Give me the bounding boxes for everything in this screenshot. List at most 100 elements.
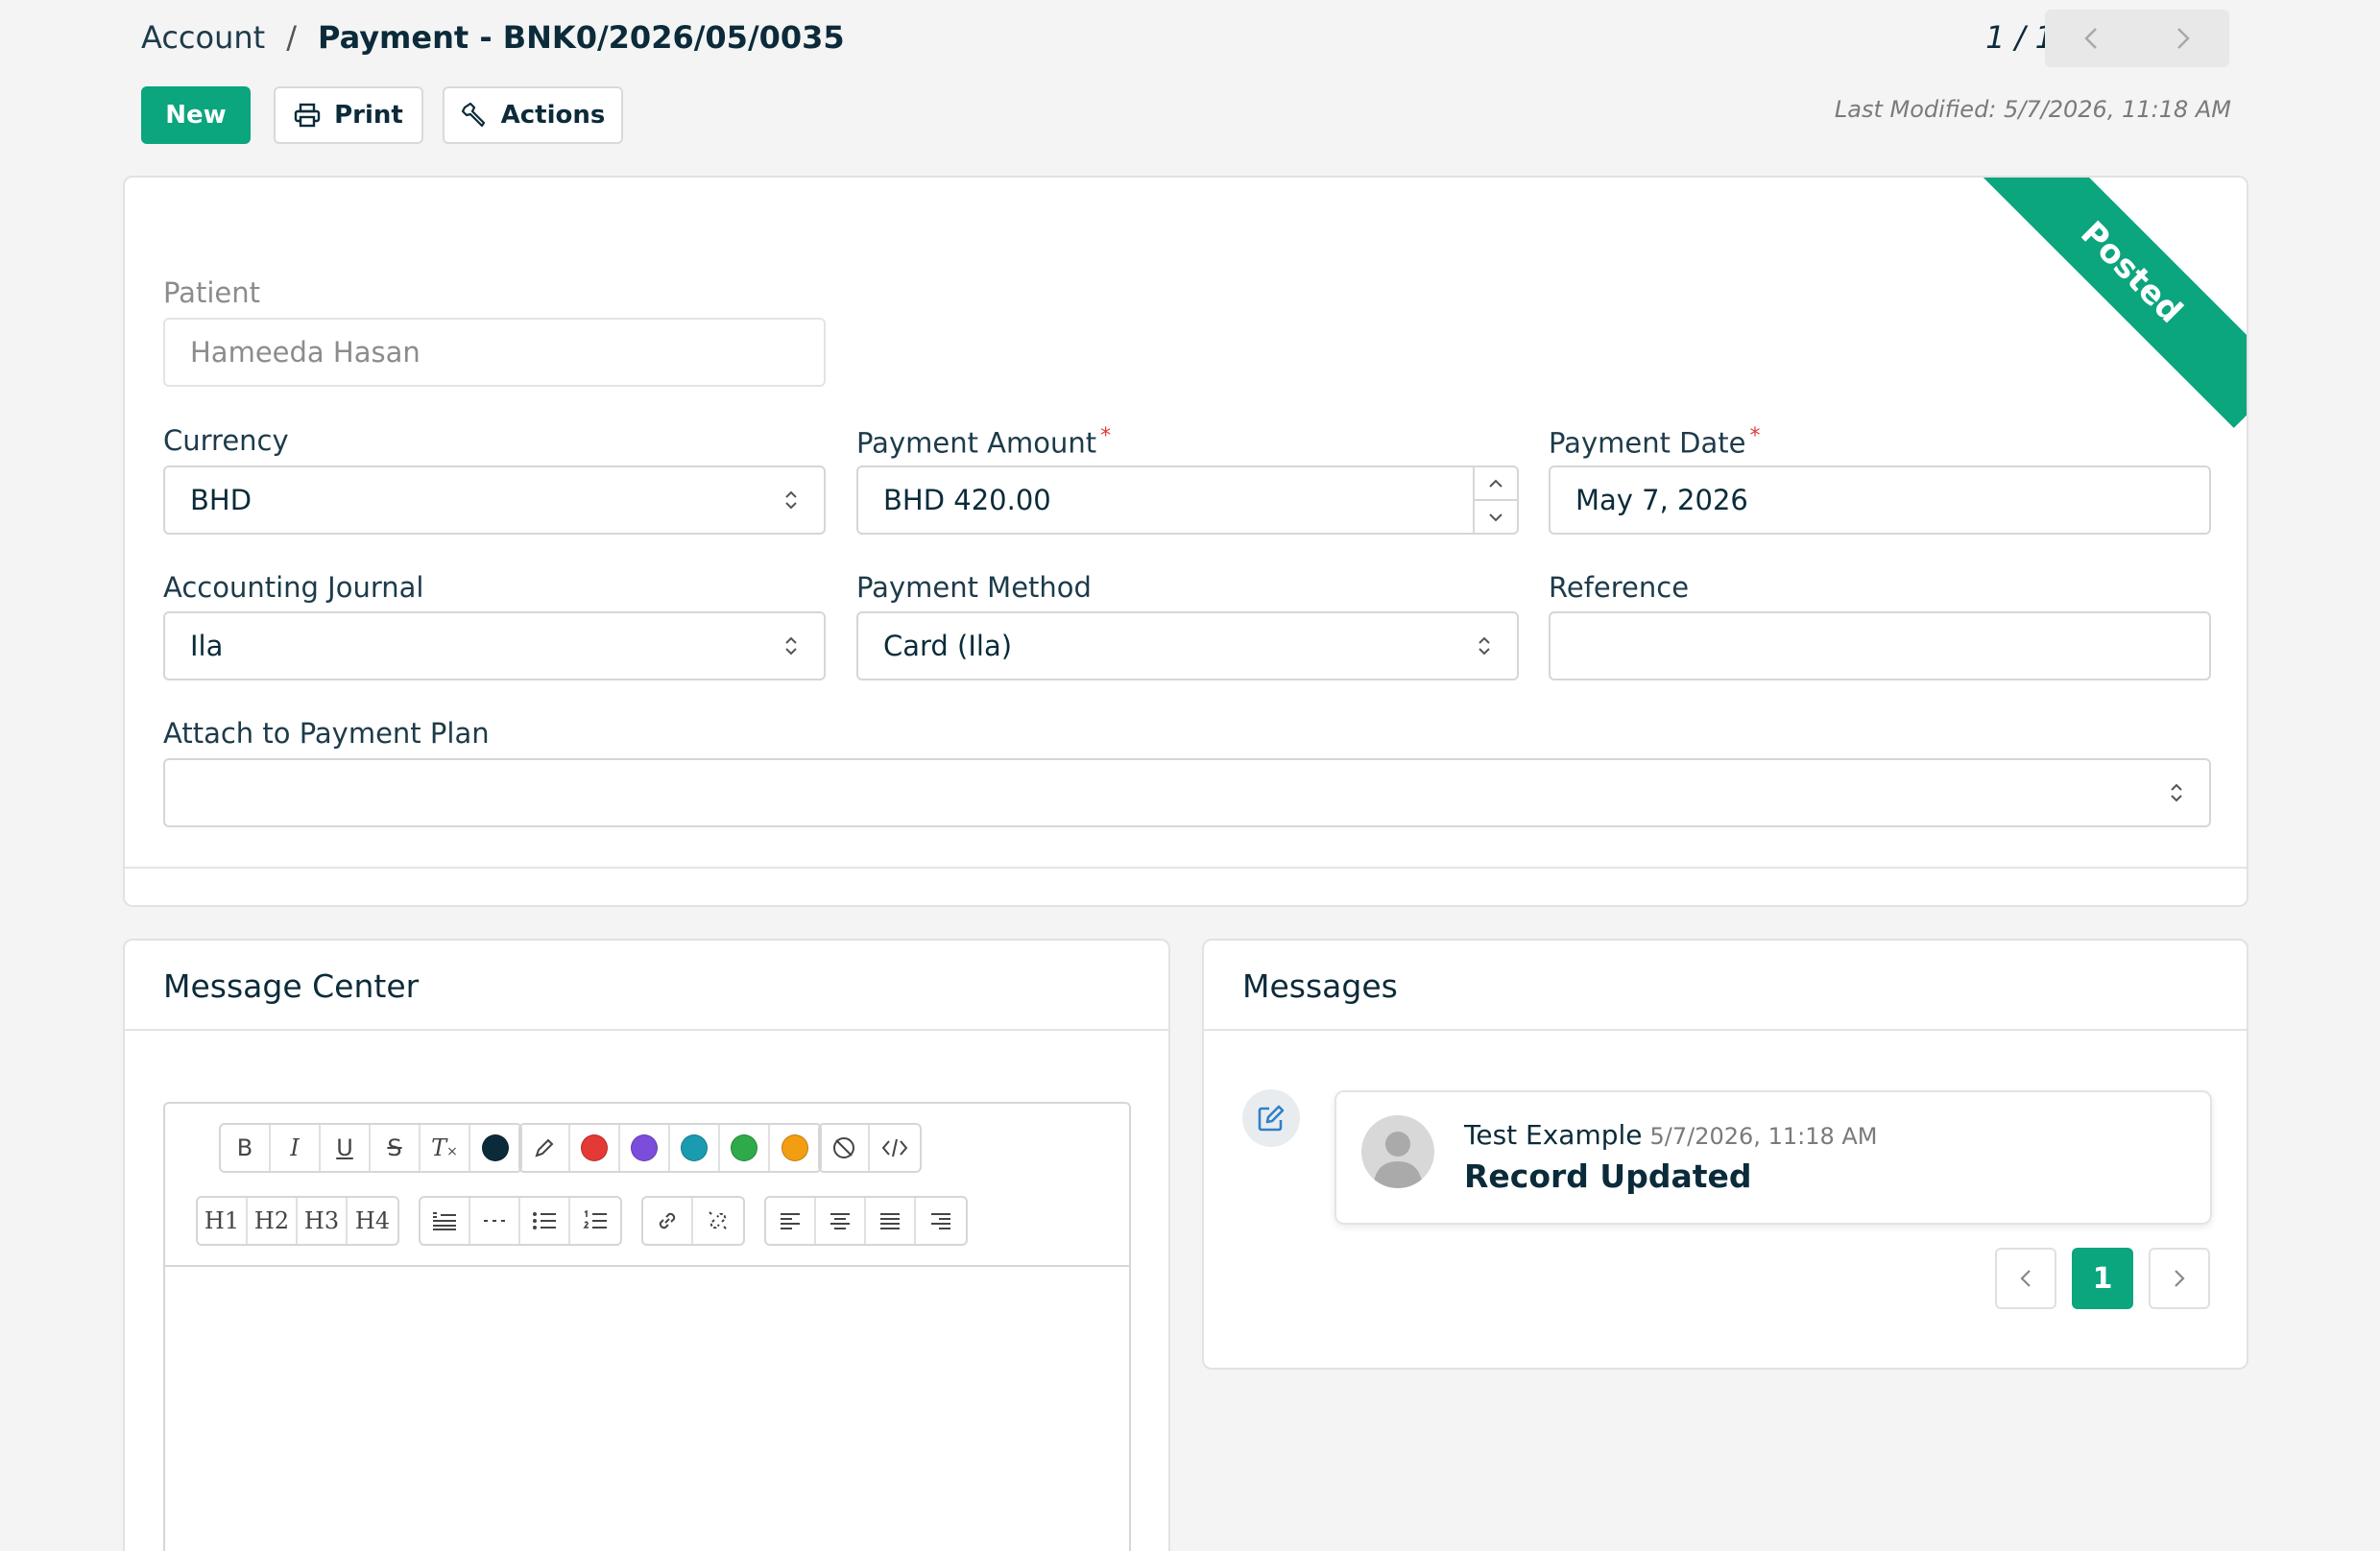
horizontal-rule-button[interactable] bbox=[470, 1198, 520, 1244]
amount-stepper bbox=[1473, 467, 1517, 533]
bullet-list-button[interactable] bbox=[520, 1198, 570, 1244]
messages-card: Messages Test Example 5/7/2026, 11:18 AM … bbox=[1202, 939, 2248, 1370]
wrench-icon bbox=[461, 102, 485, 128]
color-swatch-icon bbox=[731, 1134, 757, 1161]
color-orange-button[interactable] bbox=[770, 1125, 820, 1171]
unlink-button[interactable] bbox=[693, 1198, 743, 1244]
bold-icon: B bbox=[236, 1134, 253, 1161]
underline-icon: U bbox=[336, 1134, 353, 1161]
actions-button[interactable]: Actions bbox=[443, 86, 623, 144]
messages-next-page-button[interactable] bbox=[2149, 1248, 2210, 1309]
heading-2-button[interactable]: H2 bbox=[248, 1198, 298, 1244]
align-left-button[interactable] bbox=[766, 1198, 816, 1244]
ordered-list-button[interactable] bbox=[570, 1198, 620, 1244]
color-red-button[interactable] bbox=[570, 1125, 620, 1171]
clear-format-icon: T× bbox=[431, 1134, 458, 1161]
panel-divider bbox=[1204, 1029, 2247, 1031]
clear-format-button[interactable]: T× bbox=[421, 1125, 470, 1171]
link-toolbar-group bbox=[641, 1196, 745, 1246]
accounting-journal-label: Accounting Journal bbox=[163, 571, 424, 604]
messages-prev-page-button[interactable] bbox=[1995, 1248, 2056, 1309]
pager-next-button[interactable] bbox=[2137, 10, 2229, 67]
chevron-left-icon bbox=[2020, 1270, 2031, 1287]
currency-select[interactable]: BHD bbox=[163, 465, 826, 535]
message-author-name: Test Example bbox=[1464, 1119, 1643, 1151]
message-center-title: Message Center bbox=[163, 967, 420, 1005]
payment-plan-label: Attach to Payment Plan bbox=[163, 717, 490, 750]
link-button[interactable] bbox=[643, 1198, 693, 1244]
message-author: Test Example 5/7/2026, 11:18 AM bbox=[1464, 1119, 1877, 1151]
code-icon bbox=[881, 1138, 908, 1157]
message-body: Record Updated bbox=[1464, 1157, 1752, 1195]
chevron-left-icon bbox=[2084, 28, 2097, 49]
strikethrough-button[interactable]: S bbox=[371, 1125, 421, 1171]
blockquote-button[interactable] bbox=[421, 1198, 470, 1244]
select-caret-icon bbox=[785, 490, 797, 510]
color-purple-button[interactable] bbox=[620, 1125, 670, 1171]
reference-input[interactable] bbox=[1549, 611, 2211, 680]
payment-date-label: Payment Date * bbox=[1549, 424, 1761, 460]
chevron-up-icon bbox=[1489, 479, 1503, 488]
message-editor-area[interactable] bbox=[165, 1267, 1129, 1551]
color-swatch-icon bbox=[482, 1134, 509, 1161]
page-title: Payment - BNK0/2026/05/0035 bbox=[317, 19, 845, 56]
payment-method-value: Card (Ila) bbox=[883, 630, 1013, 662]
heading-3-button[interactable]: H3 bbox=[298, 1198, 348, 1244]
compose-message-button[interactable] bbox=[1242, 1089, 1300, 1147]
payment-date-input[interactable]: May 7, 2026 bbox=[1549, 465, 2211, 535]
required-marker: * bbox=[1100, 424, 1112, 448]
misc-toolbar-group bbox=[818, 1123, 922, 1173]
align-center-button[interactable] bbox=[816, 1198, 866, 1244]
new-button[interactable]: New bbox=[141, 86, 251, 144]
link-icon bbox=[659, 1212, 676, 1229]
remove-color-button[interactable] bbox=[820, 1125, 870, 1171]
printer-icon bbox=[294, 103, 321, 128]
italic-button[interactable]: I bbox=[271, 1125, 321, 1171]
color-swatch-icon bbox=[581, 1134, 608, 1161]
payment-method-label: Payment Method bbox=[856, 571, 1092, 604]
color-swatch-icon bbox=[781, 1134, 808, 1161]
format-toolbar-group: B I U S T× bbox=[219, 1123, 522, 1173]
heading-4-button[interactable]: H4 bbox=[348, 1198, 397, 1244]
align-right-button[interactable] bbox=[916, 1198, 966, 1244]
select-caret-icon bbox=[1478, 636, 1490, 656]
stepper-up-button[interactable] bbox=[1475, 467, 1517, 501]
align-right-icon bbox=[931, 1213, 950, 1229]
payment-date-value: May 7, 2026 bbox=[1575, 484, 1748, 516]
highlight-toolbar-group bbox=[518, 1123, 822, 1173]
payment-method-select[interactable]: Card (Ila) bbox=[856, 611, 1519, 680]
underline-button[interactable]: U bbox=[321, 1125, 371, 1171]
pager-prev-button[interactable] bbox=[2045, 10, 2137, 67]
messages-page-1-button[interactable]: 1 bbox=[2072, 1248, 2133, 1309]
align-justify-button[interactable] bbox=[866, 1198, 916, 1244]
message-item: Test Example 5/7/2026, 11:18 AM Record Up… bbox=[1334, 1090, 2212, 1225]
heading-1-button[interactable]: H1 bbox=[198, 1198, 248, 1244]
highlight-button[interactable] bbox=[520, 1125, 570, 1171]
payment-amount-input[interactable]: BHD 420.00 bbox=[856, 465, 1519, 535]
align-justify-icon bbox=[880, 1213, 900, 1229]
quote-icon bbox=[433, 1212, 456, 1230]
color-green-button[interactable] bbox=[720, 1125, 770, 1171]
payment-form-card: Posted Patient Hameeda Hasan Currency BH… bbox=[123, 176, 2248, 907]
color-teal-button[interactable] bbox=[670, 1125, 720, 1171]
breadcrumb-account-link[interactable]: Account bbox=[141, 19, 265, 56]
select-caret-icon bbox=[2171, 783, 2182, 802]
color-swatch-icon bbox=[681, 1134, 708, 1161]
code-button[interactable] bbox=[870, 1125, 920, 1171]
edit-icon bbox=[1258, 1105, 1285, 1132]
align-toolbar-group bbox=[764, 1196, 968, 1246]
payment-plan-select[interactable] bbox=[163, 758, 2211, 827]
messages-title: Messages bbox=[1242, 967, 1398, 1005]
print-button[interactable]: Print bbox=[274, 86, 423, 144]
pencil-icon bbox=[535, 1138, 554, 1157]
unlink-icon bbox=[709, 1211, 728, 1230]
strikethrough-icon: S bbox=[387, 1134, 402, 1161]
panel-divider bbox=[125, 1029, 1168, 1031]
bold-button[interactable]: B bbox=[221, 1125, 271, 1171]
accounting-journal-select[interactable]: Ila bbox=[163, 611, 826, 680]
text-color-button[interactable] bbox=[470, 1125, 520, 1171]
heading-2-icon: H2 bbox=[253, 1207, 290, 1234]
payment-amount-label: Payment Amount * bbox=[856, 424, 1111, 460]
breadcrumb-separator: / bbox=[286, 19, 297, 56]
stepper-down-button[interactable] bbox=[1475, 501, 1517, 533]
